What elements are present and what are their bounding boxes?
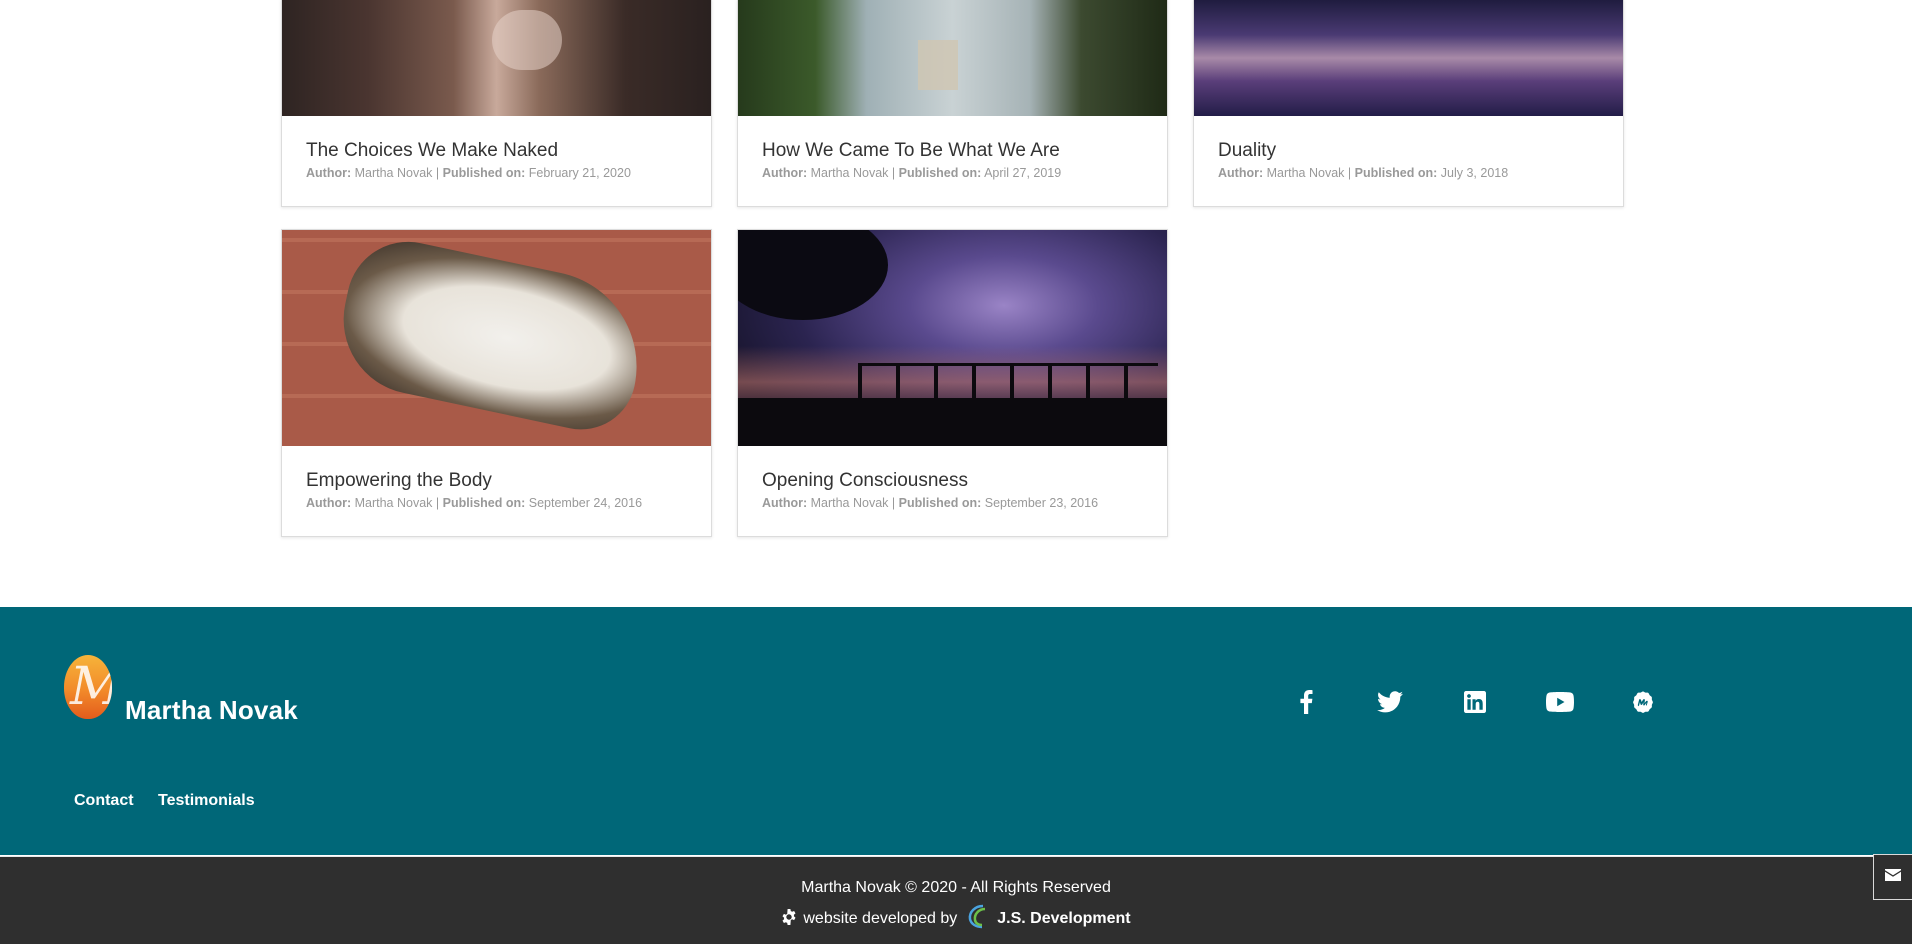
post-meta: Author: Martha Novak | Published on: Sep… bbox=[762, 496, 1099, 510]
ground-silhouette bbox=[738, 398, 1167, 446]
tree-silhouette bbox=[738, 230, 888, 320]
post-image[interactable] bbox=[282, 0, 711, 116]
developer-credit: website developed by J.S. Development bbox=[0, 903, 1912, 934]
post-card-choices-we-make-naked[interactable]: The Choices We Make Naked Author: Martha… bbox=[281, 0, 712, 207]
post-image[interactable] bbox=[738, 230, 1167, 446]
post-title[interactable]: Duality bbox=[1218, 140, 1599, 162]
post-meta: Author: Martha Novak | Published on: Feb… bbox=[306, 166, 631, 180]
post-title[interactable]: The Choices We Make Naked bbox=[306, 140, 687, 162]
envelope-icon bbox=[1885, 868, 1901, 886]
youtube-icon[interactable] bbox=[1545, 687, 1575, 717]
gear-icon bbox=[781, 909, 797, 930]
post-card-duality[interactable]: Duality Author: Martha Novak | Published… bbox=[1193, 0, 1624, 207]
post-image[interactable] bbox=[738, 0, 1167, 116]
logo-icon[interactable]: M bbox=[64, 655, 112, 719]
js-development-logo-icon[interactable] bbox=[965, 903, 991, 934]
post-card-how-we-came-to-be[interactable]: How We Came To Be What We Are Author: Ma… bbox=[737, 0, 1168, 207]
developed-by-text: website developed by bbox=[803, 910, 958, 927]
post-meta: Author: Martha Novak | Published on: Apr… bbox=[762, 166, 1062, 180]
copyright-bar: Martha Novak © 2020 - All Rights Reserve… bbox=[0, 856, 1912, 944]
post-image[interactable] bbox=[282, 230, 711, 446]
post-grid: The Choices We Make Naked Author: Martha… bbox=[0, 0, 1912, 607]
site-footer: M Martha Novak Contact Testimonials bbox=[0, 607, 1912, 855]
cat-shape bbox=[329, 230, 655, 440]
footer-link-contact[interactable]: Contact bbox=[74, 792, 134, 810]
post-card-opening-consciousness[interactable]: Opening Consciousness Author: Martha Nov… bbox=[737, 229, 1168, 537]
contact-mail-button[interactable] bbox=[1873, 854, 1912, 900]
footer-link-testimonials[interactable]: Testimonials bbox=[158, 792, 255, 810]
post-title[interactable]: How We Came To Be What We Are bbox=[762, 140, 1143, 162]
linkedin-icon[interactable] bbox=[1460, 687, 1490, 717]
developer-link[interactable]: J.S. Development bbox=[997, 910, 1130, 927]
post-meta: Author: Martha Novak | Published on: Jul… bbox=[1218, 166, 1509, 180]
post-title[interactable]: Empowering the Body bbox=[306, 470, 687, 492]
footer-brand[interactable]: Martha Novak bbox=[125, 695, 298, 726]
twitter-icon[interactable] bbox=[1375, 687, 1405, 717]
facebook-icon[interactable] bbox=[1291, 687, 1321, 717]
post-title[interactable]: Opening Consciousness bbox=[762, 470, 1143, 492]
post-image[interactable] bbox=[1194, 0, 1623, 116]
copyright-text: Martha Novak © 2020 - All Rights Reserve… bbox=[801, 879, 1111, 896]
post-card-empowering-the-body[interactable]: Empowering the Body Author: Martha Novak… bbox=[281, 229, 712, 537]
post-meta: Author: Martha Novak | Published on: Sep… bbox=[306, 496, 643, 510]
meetup-icon[interactable] bbox=[1628, 687, 1658, 717]
